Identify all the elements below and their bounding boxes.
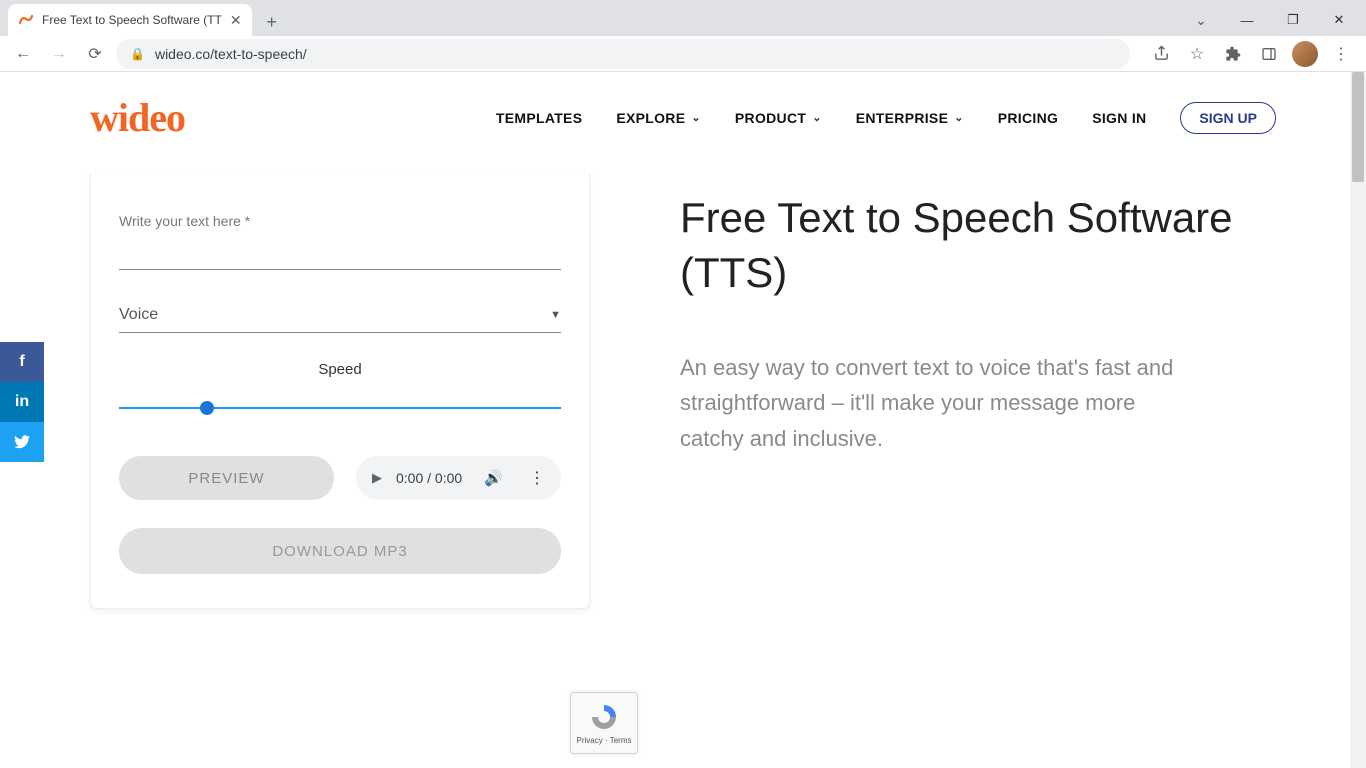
voice-select[interactable]: Voice ▼ <box>119 306 561 333</box>
share-icon[interactable] <box>1144 39 1178 69</box>
forward-button[interactable]: → <box>44 39 74 69</box>
close-window-button[interactable]: ✕ <box>1316 4 1362 36</box>
speed-label: Speed <box>119 361 561 378</box>
chevron-down-icon: ⌄ <box>954 111 964 124</box>
share-twitter-button[interactable] <box>0 422 44 462</box>
window-controls: ⌄ — ❐ ✕ <box>1178 4 1362 36</box>
share-linkedin-button[interactable]: in <box>0 382 44 422</box>
nav-signin[interactable]: SIGN IN <box>1092 110 1146 126</box>
dropdown-arrow-icon: ▼ <box>550 309 561 321</box>
recaptcha-icon <box>589 702 619 732</box>
social-rail: f in <box>0 342 44 462</box>
slider-track <box>119 407 561 409</box>
page-content: wideo TEMPLATES EXPLORE⌄ PRODUCT⌄ ENTERP… <box>0 72 1366 768</box>
maximize-button[interactable]: ❐ <box>1270 4 1316 36</box>
slider-thumb[interactable] <box>200 401 214 415</box>
play-icon[interactable]: ▶ <box>372 470 382 486</box>
close-tab-icon[interactable]: ✕ <box>230 12 242 29</box>
menu-icon[interactable]: ⋮ <box>1324 39 1358 69</box>
audio-player[interactable]: ▶ 0:00 / 0:00 🔊 ⋮ <box>356 456 561 500</box>
scrollbar[interactable] <box>1350 72 1366 768</box>
tab-bar: Free Text to Speech Software (TT ✕ + ⌄ —… <box>0 0 1366 36</box>
hero-subtitle: An easy way to convert text to voice tha… <box>680 350 1200 456</box>
chevron-down-icon: ⌄ <box>812 111 822 124</box>
speed-slider[interactable] <box>119 398 561 418</box>
tab-search-icon[interactable]: ⌄ <box>1178 4 1224 36</box>
recaptcha-text: Privacy · Terms <box>577 736 632 745</box>
nav-pricing[interactable]: PRICING <box>998 110 1058 126</box>
favicon-icon <box>18 12 34 28</box>
lock-icon: 🔒 <box>130 47 145 61</box>
nav-explore[interactable]: EXPLORE⌄ <box>616 110 701 126</box>
nav-templates[interactable]: TEMPLATES <box>496 110 582 126</box>
share-facebook-button[interactable]: f <box>0 342 44 382</box>
new-tab-button[interactable]: + <box>258 8 286 36</box>
browser-tab[interactable]: Free Text to Speech Software (TT ✕ <box>8 4 252 36</box>
preview-button[interactable]: PREVIEW <box>119 456 334 500</box>
minimize-button[interactable]: — <box>1224 4 1270 36</box>
reload-button[interactable]: ⟳ <box>80 39 110 69</box>
hero-title: Free Text to Speech Software (TTS) <box>680 191 1276 300</box>
logo[interactable]: wideo <box>90 94 185 141</box>
nav-enterprise[interactable]: ENTERPRISE⌄ <box>856 110 964 126</box>
address-bar: ← → ⟳ 🔒 wideo.co/text-to-speech/ ☆ ⋮ <box>0 36 1366 72</box>
url-bar[interactable]: 🔒 wideo.co/text-to-speech/ <box>116 39 1130 69</box>
url-text: wideo.co/text-to-speech/ <box>155 46 307 62</box>
audio-time: 0:00 / 0:00 <box>396 470 462 486</box>
main-nav: TEMPLATES EXPLORE⌄ PRODUCT⌄ ENTERPRISE⌄ … <box>496 102 1276 134</box>
chevron-down-icon: ⌄ <box>691 111 701 124</box>
side-panel-icon[interactable] <box>1252 39 1286 69</box>
nav-product[interactable]: PRODUCT⌄ <box>735 110 822 126</box>
tts-card: Write your text here * Voice ▼ Speed PRE… <box>90 173 590 609</box>
back-button[interactable]: ← <box>8 39 38 69</box>
profile-avatar[interactable] <box>1288 39 1322 69</box>
text-input-label: Write your text here * <box>119 213 561 229</box>
main-content: Write your text here * Voice ▼ Speed PRE… <box>0 173 1366 609</box>
audio-menu-icon[interactable]: ⋮ <box>529 468 545 488</box>
tab-title: Free Text to Speech Software (TT <box>42 13 222 27</box>
text-input[interactable] <box>119 269 561 270</box>
volume-icon[interactable]: 🔊 <box>484 469 503 487</box>
extensions-icon[interactable] <box>1216 39 1250 69</box>
hero: Free Text to Speech Software (TTS) An ea… <box>680 173 1276 609</box>
voice-label: Voice <box>119 306 158 324</box>
bookmark-icon[interactable]: ☆ <box>1180 39 1214 69</box>
browser-chrome: Free Text to Speech Software (TT ✕ + ⌄ —… <box>0 0 1366 72</box>
signup-button[interactable]: SIGN UP <box>1180 102 1276 134</box>
site-header: wideo TEMPLATES EXPLORE⌄ PRODUCT⌄ ENTERP… <box>0 72 1366 163</box>
scrollbar-thumb[interactable] <box>1352 72 1364 182</box>
download-button[interactable]: DOWNLOAD MP3 <box>119 528 561 574</box>
recaptcha-badge[interactable]: Privacy · Terms <box>570 692 638 754</box>
